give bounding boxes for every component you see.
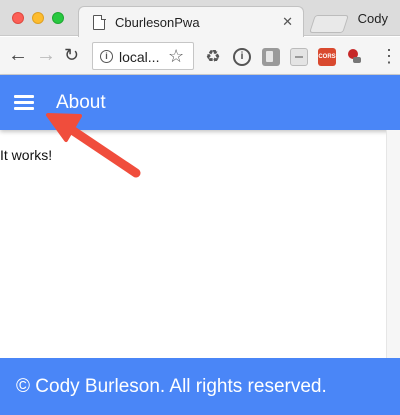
forward-button[interactable]: → [36, 43, 56, 67]
menu-icon[interactable] [14, 95, 34, 111]
footer-text: © Cody Burleson. All rights reserved. [16, 376, 327, 397]
chrome-menu-icon[interactable]: ⋮ [380, 45, 398, 67]
menu-icon-bar [14, 107, 34, 110]
window-close-button[interactable] [12, 12, 24, 24]
new-tab-button[interactable] [309, 15, 349, 33]
app-header: About [0, 75, 400, 130]
menu-icon-bar [14, 101, 34, 104]
info-icon[interactable]: i [100, 50, 113, 63]
extension-info-icon[interactable]: i [233, 48, 251, 66]
cors-extension-icon[interactable]: CORS [318, 48, 336, 66]
extension-gray-icon[interactable] [262, 48, 280, 66]
page-icon [93, 14, 106, 30]
app-footer: © Cody Burleson. All rights reserved. [0, 358, 400, 415]
scrollbar[interactable] [386, 130, 400, 358]
recycle-icon[interactable]: ♻ [204, 48, 222, 66]
window-maximize-button[interactable] [52, 12, 64, 24]
reload-button[interactable]: ↻ [64, 43, 79, 67]
profile-name[interactable]: Cody [358, 11, 388, 26]
page-viewport: About It works! © Cody Burleson. All rig… [0, 75, 400, 415]
tab-title: CburlesonPwa [115, 15, 200, 30]
page-title: About [56, 92, 106, 113]
close-icon[interactable]: ✕ [282, 14, 293, 30]
url-text[interactable]: local... [119, 49, 159, 65]
browser-toolbar: ← → ↻ i local... ☆ ♻ i CORS ⋮ [0, 37, 400, 75]
extension-red-icon[interactable] [345, 48, 363, 66]
browser-tab[interactable]: CburlesonPwa ✕ [78, 6, 304, 37]
extension-doc-icon[interactable] [290, 48, 308, 66]
page-content: It works! [0, 147, 53, 163]
window-minimize-button[interactable] [32, 12, 44, 24]
star-icon[interactable]: ☆ [168, 46, 184, 66]
back-button[interactable]: ← [8, 43, 28, 67]
menu-icon-bar [14, 95, 34, 98]
browser-titlebar: CburlesonPwa ✕ Cody [0, 0, 400, 37]
